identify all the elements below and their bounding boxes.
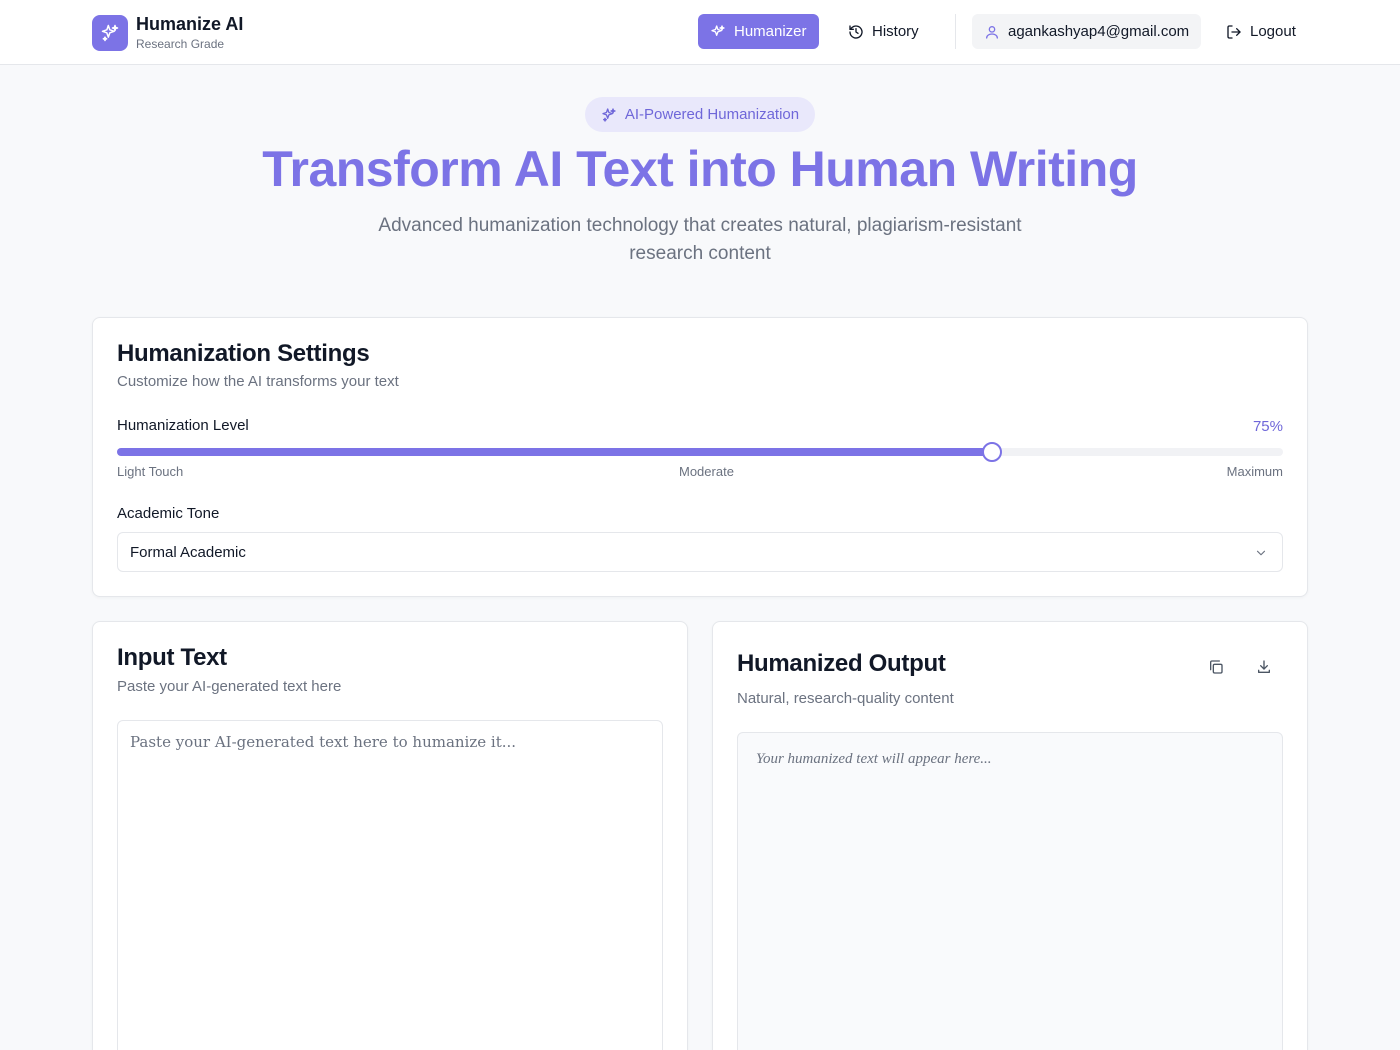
input-textarea[interactable] <box>117 720 663 1050</box>
input-text-card: Input Text Paste your AI-generated text … <box>92 621 688 1050</box>
copy-button[interactable] <box>1201 652 1231 682</box>
settings-title: Humanization Settings <box>117 340 370 367</box>
humanization-level-value: 75% <box>1252 418 1283 435</box>
sparkles-icon <box>92 15 128 51</box>
logout-button[interactable]: Logout <box>1214 14 1308 49</box>
slider-thumb[interactable] <box>981 442 1002 462</box>
academic-tone-label: Academic Tone <box>117 505 220 522</box>
output-text-area[interactable]: Your humanized text will appear here... <box>737 732 1283 1050</box>
hero-badge-label: AI-Powered Humanization <box>624 106 800 123</box>
download-icon <box>1258 660 1270 673</box>
academic-tone-select[interactable]: Formal Academic <box>117 532 1283 572</box>
logout-label: Logout <box>1250 23 1296 40</box>
page-subtitle: Advanced humanization technology that cr… <box>378 215 1022 264</box>
settings-description: Customize how the AI transforms your tex… <box>117 373 399 390</box>
history-icon <box>849 24 863 39</box>
user-icon <box>986 25 998 39</box>
brand-subtitle: Research Grade <box>136 37 225 51</box>
humanization-settings-card: Humanization Settings Customize how the … <box>92 317 1308 597</box>
logout-icon <box>1227 24 1241 39</box>
brand-name: Humanize AI <box>136 14 244 34</box>
level-tick-mid: Moderate <box>679 464 734 479</box>
output-title: Humanized Output <box>737 650 946 677</box>
input-description: Paste your AI-generated text here <box>117 678 342 695</box>
nav-humanizer-label: Humanizer <box>734 23 807 40</box>
nav-history-button[interactable]: History <box>836 14 932 49</box>
sparkles-icon <box>711 24 725 36</box>
brand[interactable]: Humanize AI Research Grade <box>92 14 243 52</box>
page-title: Transform AI Text into Human Writing <box>262 141 1138 197</box>
user-account-badge[interactable]: agankashyap4@gmail.com <box>972 14 1201 49</box>
output-description: Natural, research-quality content <box>737 690 954 707</box>
chevron-down-icon <box>1256 550 1266 556</box>
nav-history-label: History <box>872 23 919 40</box>
level-tick-max: Maximum <box>1226 464 1283 479</box>
user-email: agankashyap4@gmail.com <box>1008 23 1190 40</box>
slider-fill <box>117 448 992 456</box>
download-button[interactable] <box>1249 652 1279 682</box>
input-title: Input Text <box>117 644 227 671</box>
humanized-output-card: Humanized Output Natural, research-quali… <box>712 621 1308 1050</box>
nav-humanizer-button[interactable]: Humanizer <box>698 14 819 49</box>
academic-tone-value: Formal Academic <box>130 543 246 561</box>
top-navbar: Humanize AI Research Grade Humanizer His… <box>0 0 1400 65</box>
copy-icon <box>1210 660 1223 674</box>
sparkles-icon <box>602 107 616 122</box>
hero-badge: AI-Powered Humanization <box>585 97 815 132</box>
humanization-level-slider[interactable] <box>117 442 1283 462</box>
humanization-level-label: Humanization Level <box>117 417 249 434</box>
level-tick-min: Light Touch <box>117 464 184 479</box>
nav-divider <box>955 14 956 49</box>
